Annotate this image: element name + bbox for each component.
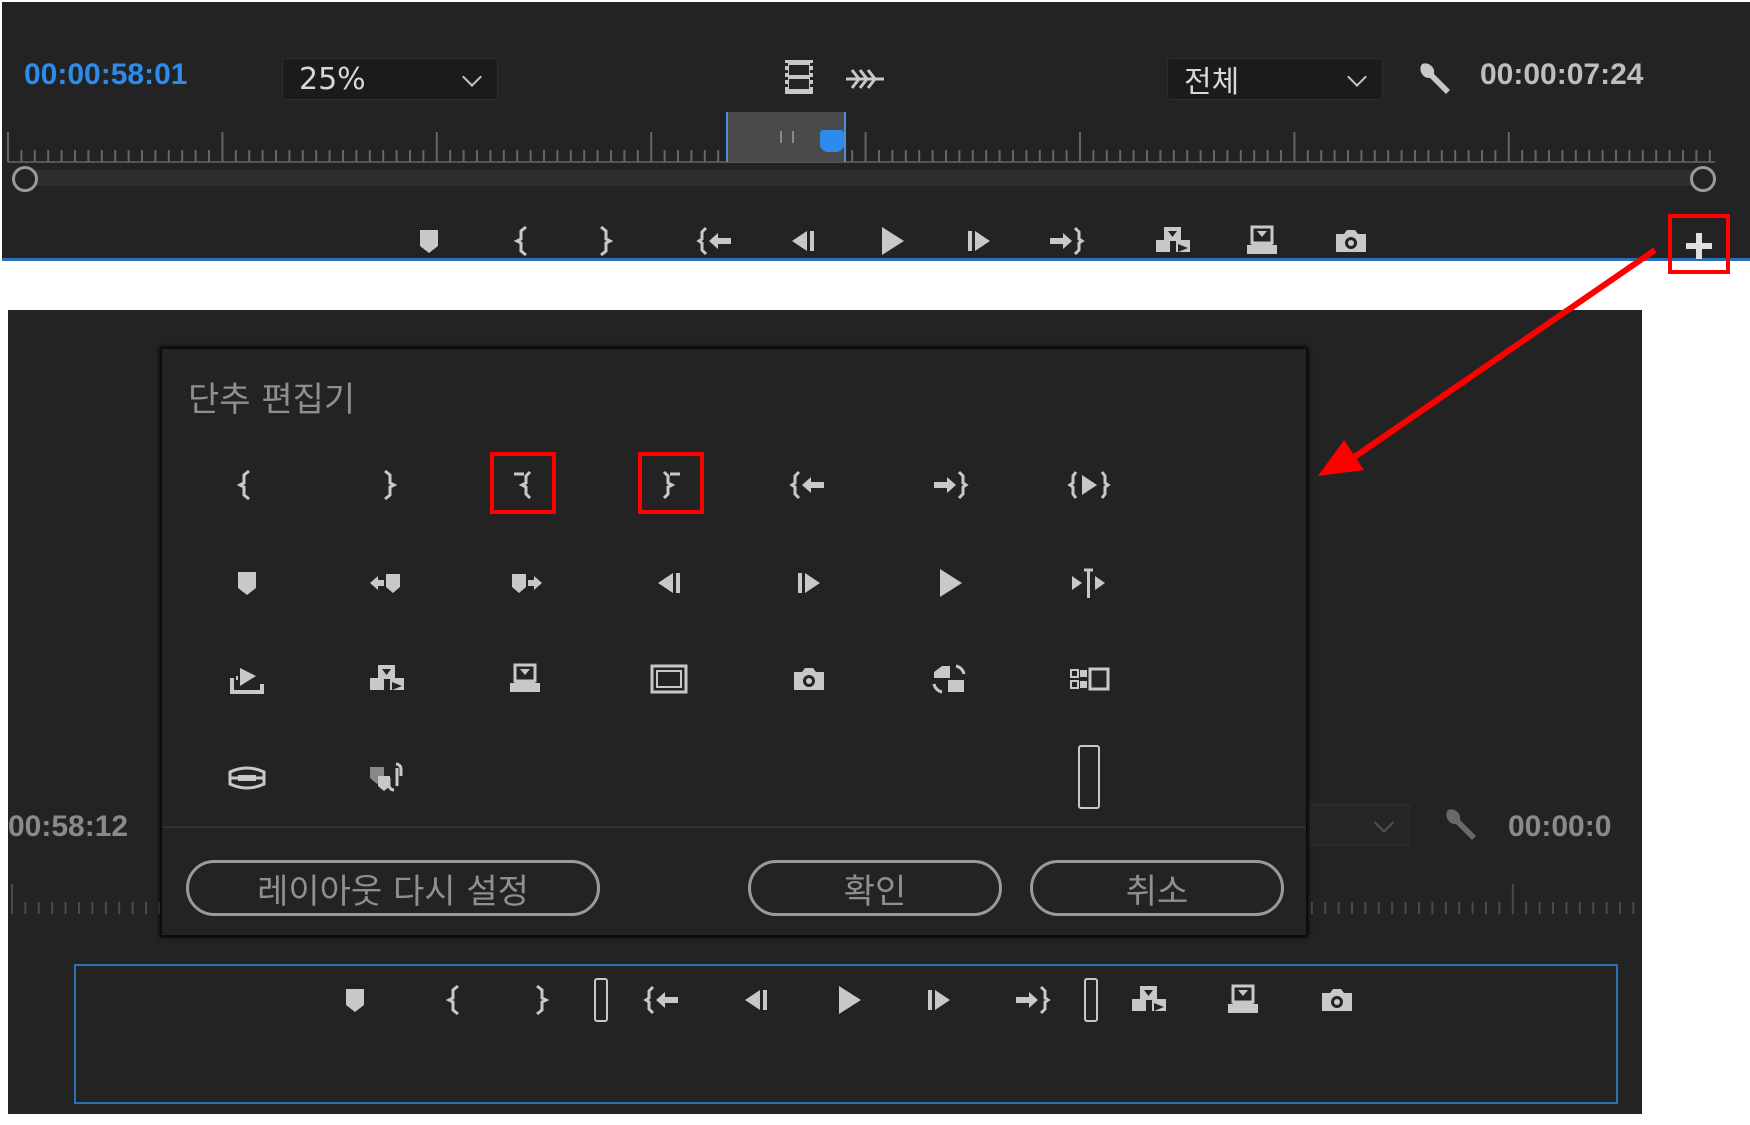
callout-arrow <box>1318 247 1657 476</box>
